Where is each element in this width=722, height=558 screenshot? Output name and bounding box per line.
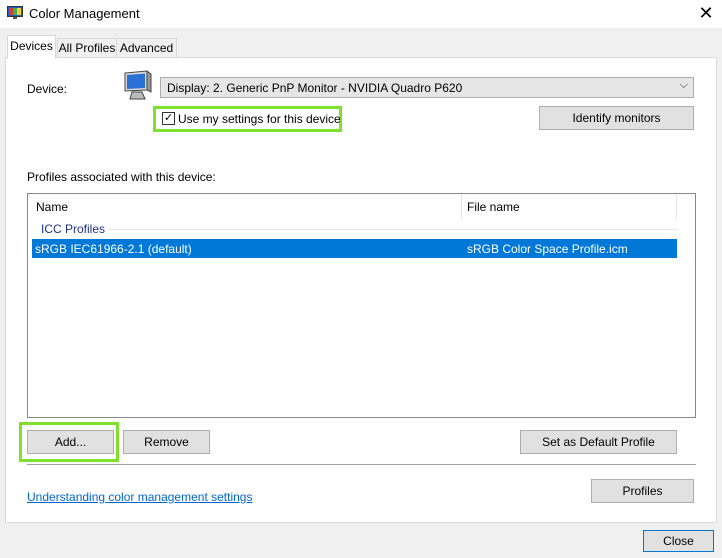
set-default-profile-button[interactable]: Set as Default Profile xyxy=(520,430,677,454)
divider xyxy=(27,464,696,465)
list-item[interactable]: sRGB IEC61966-2.1 (default) sRGB Color S… xyxy=(32,239,677,258)
use-settings-checkbox[interactable]: ✓ xyxy=(162,112,175,125)
tab-all-profiles[interactable]: All Profiles xyxy=(57,38,117,58)
column-header-file-name[interactable]: File name xyxy=(467,200,520,214)
profiles-button[interactable]: Profiles xyxy=(591,479,694,503)
tab-advanced[interactable]: Advanced xyxy=(116,38,177,58)
use-settings-label[interactable]: Use my settings for this device xyxy=(178,112,341,126)
group-divider xyxy=(108,229,678,230)
device-label: Device: xyxy=(27,82,68,96)
remove-button[interactable]: Remove xyxy=(123,430,210,454)
monitor-icon xyxy=(122,70,154,102)
tab-devices[interactable]: Devices xyxy=(7,35,56,59)
column-header-name[interactable]: Name xyxy=(36,200,68,214)
close-icon[interactable]: ✕ xyxy=(696,2,716,24)
device-dropdown[interactable]: Display: 2. Generic PnP Monitor - NVIDIA… xyxy=(160,77,694,98)
profiles-list[interactable]: Name File name ICC Profiles sRGB IEC6196… xyxy=(27,193,696,418)
profiles-label: Profiles associated with this device: xyxy=(27,170,216,184)
list-item-name: sRGB IEC61966-2.1 (default) xyxy=(35,242,192,256)
color-management-icon xyxy=(7,6,23,20)
device-dropdown-value: Display: 2. Generic PnP Monitor - NVIDIA… xyxy=(167,81,463,95)
close-button[interactable]: Close xyxy=(643,530,714,552)
window-title: Color Management xyxy=(29,6,140,21)
column-divider[interactable] xyxy=(676,194,677,219)
chevron-down-icon: ⌵ xyxy=(679,79,688,91)
list-item-file: sRGB Color Space Profile.icm xyxy=(467,242,628,256)
group-header-icc-profiles: ICC Profiles xyxy=(41,222,106,236)
column-divider[interactable] xyxy=(461,194,462,219)
add-button[interactable]: Add... xyxy=(27,430,114,454)
identify-monitors-button[interactable]: Identify monitors xyxy=(539,106,694,130)
help-link[interactable]: Understanding color management settings xyxy=(27,490,252,504)
